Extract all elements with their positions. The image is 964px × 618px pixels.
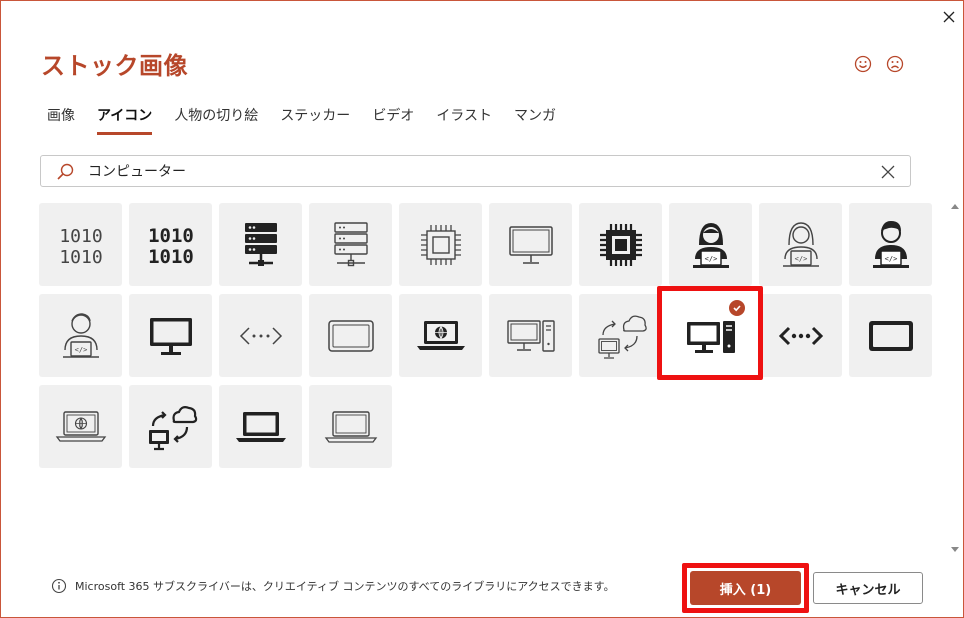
icon-tile[interactable]: 1010 1010 <box>129 203 212 286</box>
icon-tile[interactable] <box>579 294 662 377</box>
code-outline-icon <box>239 326 282 345</box>
binary-outline-icon: 1010 1010 <box>59 226 102 268</box>
cpu-chip-outline-icon <box>420 224 461 265</box>
icon-tile[interactable] <box>129 385 212 468</box>
server-filled-icon <box>244 222 277 266</box>
icon-tile[interactable] <box>489 203 572 286</box>
icon-tile[interactable] <box>759 294 842 377</box>
binary-bold-icon: 1010 1010 <box>148 225 194 268</box>
scrollbar[interactable] <box>949 203 961 553</box>
desktop-tower-outline-icon <box>506 319 555 352</box>
close-icon <box>943 11 955 23</box>
icon-tile[interactable]: 1010 1010 <box>39 203 122 286</box>
svg-text:1010: 1010 <box>59 226 102 247</box>
icon-tile[interactable] <box>219 203 302 286</box>
smile-icon <box>854 55 872 73</box>
icon-tile[interactable]: </> <box>39 294 122 377</box>
tab-cutout-people[interactable]: 人物の切り絵 <box>174 103 258 135</box>
icon-tile[interactable] <box>399 294 482 377</box>
icon-tile[interactable] <box>39 385 122 468</box>
scroll-up-icon[interactable] <box>951 203 959 211</box>
programmer-man-outline-icon: </> <box>62 312 99 358</box>
cpu-chip-filled-icon <box>599 223 642 266</box>
info-icon <box>51 578 67 594</box>
monitor-filled-icon <box>149 317 192 355</box>
info-text: Microsoft 365 サブスクライバーは、クリエイティブ コンテンツのすべ… <box>75 580 615 593</box>
tab-stickers[interactable]: ステッカー <box>280 103 350 135</box>
svg-text:1010: 1010 <box>59 247 102 268</box>
tab-icons[interactable]: アイコン <box>97 103 153 135</box>
laptop-globe-filled-icon <box>416 320 465 350</box>
smile-feedback-button[interactable] <box>853 54 873 74</box>
subscriber-info: Microsoft 365 サブスクライバーは、クリエイティブ コンテンツのすべ… <box>51 578 615 594</box>
icon-results-grid: 1010 1010 1010 1010 </> </> </> </> <box>39 203 939 533</box>
tab-illustrations[interactable]: イラスト <box>436 103 492 135</box>
stock-images-dialog: ストック画像 画像 アイコン 人物の切り絵 ステッカー ビデオ イラスト マンガ… <box>0 0 964 618</box>
insert-button[interactable]: 挿入 (1) <box>690 571 801 605</box>
icon-tile[interactable] <box>219 294 302 377</box>
svg-text:</>: </> <box>74 346 87 354</box>
search-input[interactable] <box>88 156 868 186</box>
svg-text:</>: </> <box>704 255 717 263</box>
scroll-down-icon[interactable] <box>951 545 959 553</box>
icon-tile[interactable] <box>219 385 302 468</box>
tab-images[interactable]: 画像 <box>47 103 75 135</box>
cloud-sync-outline-icon <box>597 314 647 359</box>
laptop-outline-icon <box>324 410 377 443</box>
search-box <box>40 155 911 187</box>
svg-text:1010: 1010 <box>148 246 194 268</box>
icon-tile[interactable] <box>849 294 932 377</box>
frown-icon <box>886 55 904 73</box>
icon-tile[interactable] <box>399 203 482 286</box>
dialog-title: ストック画像 <box>41 52 188 80</box>
monitor-outline-icon <box>508 225 553 264</box>
programmer-man-filled-icon: </> <box>872 220 909 268</box>
server-outline-icon <box>333 221 368 266</box>
icon-tile[interactable] <box>309 385 392 468</box>
icon-tile[interactable]: </> <box>669 203 752 286</box>
programmer-woman-filled-icon: </> <box>692 222 729 268</box>
cloud-sync-filled-icon <box>148 405 197 450</box>
laptop-globe-outline-icon <box>55 410 106 442</box>
laptop-filled-icon <box>235 411 286 442</box>
icon-tile[interactable] <box>309 294 392 377</box>
category-tabs: 画像 アイコン 人物の切り絵 ステッカー ビデオ イラスト マンガ <box>47 103 578 135</box>
selected-check-icon <box>729 300 745 316</box>
icon-tile-selected[interactable] <box>669 294 752 377</box>
tablet-filled-icon <box>868 320 913 351</box>
cancel-button[interactable]: キャンセル <box>813 572 923 604</box>
close-button[interactable] <box>939 7 959 27</box>
clear-icon[interactable] <box>880 164 896 180</box>
svg-text:</>: </> <box>794 255 807 263</box>
icon-tile[interactable]: </> <box>849 203 932 286</box>
programmer-woman-outline-icon: </> <box>782 221 819 267</box>
icon-tile[interactable] <box>579 203 662 286</box>
svg-text:</>: </> <box>884 255 897 263</box>
tab-cartoons[interactable]: マンガ <box>514 103 556 135</box>
icon-tile[interactable] <box>309 203 392 286</box>
code-bold-icon <box>778 326 823 345</box>
search-icon <box>57 163 74 180</box>
tablet-outline-icon <box>327 319 374 352</box>
svg-text:1010: 1010 <box>148 225 194 247</box>
icon-tile[interactable]: </> <box>759 203 842 286</box>
tab-videos[interactable]: ビデオ <box>372 103 414 135</box>
icon-tile[interactable] <box>129 294 212 377</box>
frown-feedback-button[interactable] <box>885 54 905 74</box>
icon-tile[interactable] <box>489 294 572 377</box>
